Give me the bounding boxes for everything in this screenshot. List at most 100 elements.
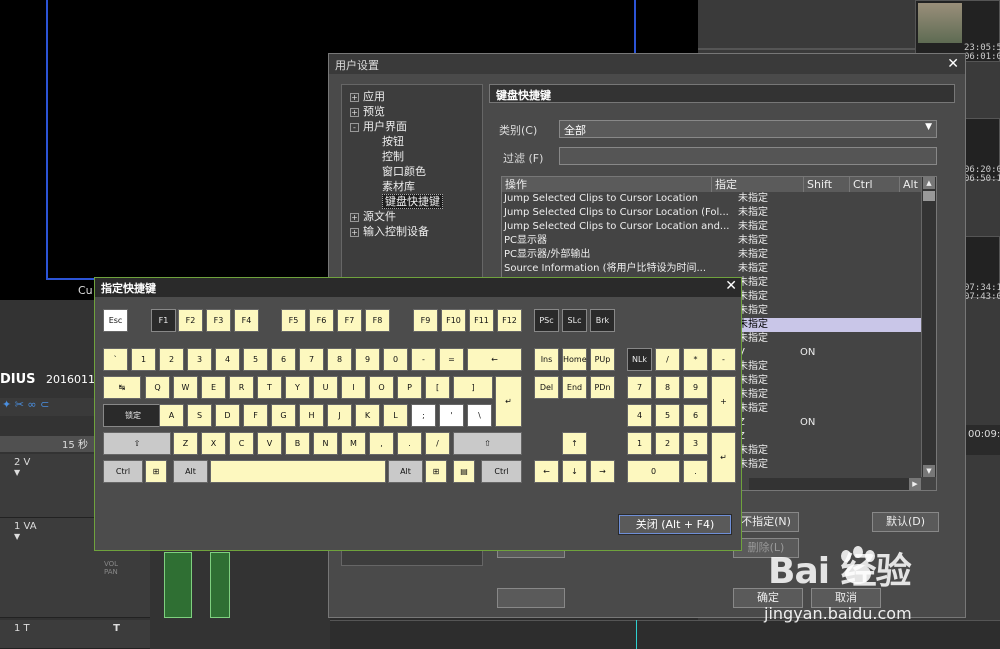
tree-item[interactable]: + 输入控制设备 bbox=[342, 224, 482, 239]
key-kadd[interactable]: + bbox=[711, 376, 736, 427]
key-n5[interactable]: 5 bbox=[243, 348, 268, 371]
tree-item[interactable]: 素材库 bbox=[342, 179, 482, 194]
key-f4[interactable]: F4 bbox=[234, 309, 259, 332]
key-lctrl[interactable]: Ctrl bbox=[103, 460, 143, 483]
key-brk[interactable]: Brk bbox=[590, 309, 615, 332]
key-semicolon[interactable]: ; bbox=[411, 404, 436, 427]
key-r[interactable]: R bbox=[229, 376, 254, 399]
key-y[interactable]: Y bbox=[285, 376, 310, 399]
key-k9[interactable]: 9 bbox=[683, 376, 708, 399]
key-rbracket[interactable]: ] bbox=[453, 376, 493, 399]
key-k[interactable]: K bbox=[355, 404, 380, 427]
key-up[interactable]: ↑ bbox=[562, 432, 587, 455]
key-n6[interactable]: 6 bbox=[271, 348, 296, 371]
key-f9[interactable]: F9 bbox=[413, 309, 438, 332]
key-o[interactable]: O bbox=[369, 376, 394, 399]
key-f11[interactable]: F11 bbox=[469, 309, 494, 332]
key-esc[interactable]: Esc bbox=[103, 309, 128, 332]
column-header[interactable]: Shift bbox=[804, 177, 850, 192]
key-n4[interactable]: 4 bbox=[215, 348, 240, 371]
key-f3[interactable]: F3 bbox=[206, 309, 231, 332]
key-quote[interactable]: ' bbox=[439, 404, 464, 427]
key-period[interactable]: . bbox=[397, 432, 422, 455]
scroll-up-icon[interactable]: ▲ bbox=[923, 177, 935, 189]
table-row[interactable]: PC显示器 未指定 bbox=[502, 234, 936, 248]
expand-icon[interactable]: + bbox=[350, 92, 359, 102]
key-k4[interactable]: 4 bbox=[627, 404, 652, 427]
key-i[interactable]: I bbox=[341, 376, 366, 399]
key-down[interactable]: ↓ bbox=[562, 460, 587, 483]
tree-item[interactable]: 键盘快捷键 bbox=[342, 194, 482, 209]
tree-item[interactable]: 控制 bbox=[342, 149, 482, 164]
tree-item[interactable]: 按钮 bbox=[342, 134, 482, 149]
key-k1[interactable]: 1 bbox=[627, 432, 652, 455]
expand-icon[interactable]: + bbox=[350, 227, 359, 237]
tree-item[interactable]: - 用户界面 bbox=[342, 119, 482, 134]
key-enter[interactable]: ↵ bbox=[495, 376, 522, 427]
timeline-clip[interactable] bbox=[210, 552, 230, 618]
key-psc[interactable]: PSc bbox=[534, 309, 559, 332]
expand-icon[interactable]: + bbox=[350, 107, 359, 117]
key-f7[interactable]: F7 bbox=[337, 309, 362, 332]
key-h[interactable]: H bbox=[299, 404, 324, 427]
key-end[interactable]: End bbox=[562, 376, 587, 399]
filter-input[interactable] bbox=[559, 147, 937, 165]
key-backspace[interactable]: ← bbox=[467, 348, 522, 371]
key-lbracket[interactable]: [ bbox=[425, 376, 450, 399]
key-f10[interactable]: F10 bbox=[441, 309, 466, 332]
column-header[interactable]: Ctrl bbox=[850, 177, 900, 192]
table-hscrollbar[interactable]: ▶ bbox=[749, 478, 921, 490]
key-pdn[interactable]: PDn bbox=[590, 376, 615, 399]
key-kdiv[interactable]: / bbox=[655, 348, 680, 371]
key-n9[interactable]: 9 bbox=[355, 348, 380, 371]
key-z[interactable]: Z bbox=[173, 432, 198, 455]
key-f1[interactable]: F1 bbox=[151, 309, 176, 332]
key-rctrl[interactable]: Ctrl bbox=[481, 460, 522, 483]
close-icon[interactable]: ✕ bbox=[947, 56, 959, 72]
close-button[interactable]: 关闭 (Alt + F4) bbox=[618, 514, 732, 535]
key-n2[interactable]: 2 bbox=[159, 348, 184, 371]
key-n1[interactable]: 1 bbox=[131, 348, 156, 371]
key-rwin[interactable]: ⊞ bbox=[425, 460, 447, 483]
key-f[interactable]: F bbox=[243, 404, 268, 427]
key-minus[interactable]: - bbox=[411, 348, 436, 371]
key-lalt[interactable]: Alt bbox=[173, 460, 208, 483]
category-select[interactable]: 全部 ▼ bbox=[559, 120, 937, 138]
key-rshift[interactable]: ⇧ bbox=[453, 432, 522, 455]
key-caps[interactable]: 锁定 bbox=[103, 404, 163, 427]
column-header[interactable]: 操作 bbox=[502, 177, 712, 192]
table-row[interactable]: Source Information (将用户比特设为时间... 未指定 bbox=[502, 262, 936, 276]
key-f5[interactable]: F5 bbox=[281, 309, 306, 332]
key-slash[interactable]: / bbox=[425, 432, 450, 455]
key-e[interactable]: E bbox=[201, 376, 226, 399]
timeline-clip[interactable] bbox=[164, 552, 192, 618]
key-n[interactable]: N bbox=[313, 432, 338, 455]
unassign-button[interactable]: 不指定(N) bbox=[733, 512, 799, 532]
table-row[interactable]: Jump Selected Clips to Cursor Location (… bbox=[502, 206, 936, 220]
key-l[interactable]: L bbox=[383, 404, 408, 427]
key-tab[interactable]: ↹ bbox=[103, 376, 141, 399]
key-n7[interactable]: 7 bbox=[299, 348, 324, 371]
key-d[interactable]: D bbox=[215, 404, 240, 427]
key-w[interactable]: W bbox=[173, 376, 198, 399]
key-k0[interactable]: 0 bbox=[627, 460, 680, 483]
tree-item[interactable]: + 应用 bbox=[342, 89, 482, 104]
key-kenter[interactable]: ↵ bbox=[711, 432, 736, 483]
table-row[interactable]: PC显示器/外部输出 未指定 bbox=[502, 248, 936, 262]
table-row[interactable]: Jump Selected Clips to Cursor Location a… bbox=[502, 220, 936, 234]
unlabeled-button[interactable] bbox=[497, 588, 565, 608]
collapse-icon[interactable]: - bbox=[350, 122, 359, 132]
key-k8[interactable]: 8 bbox=[655, 376, 680, 399]
tree-item[interactable]: + 源文件 bbox=[342, 209, 482, 224]
scroll-right-icon[interactable]: ▶ bbox=[909, 478, 921, 490]
key-t[interactable]: T bbox=[257, 376, 282, 399]
key-s[interactable]: S bbox=[187, 404, 212, 427]
key-k7[interactable]: 7 bbox=[627, 376, 652, 399]
key-u[interactable]: U bbox=[313, 376, 338, 399]
key-space[interactable] bbox=[210, 460, 386, 483]
key-del[interactable]: Del bbox=[534, 376, 559, 399]
key-backtick[interactable]: ` bbox=[103, 348, 128, 371]
key-j[interactable]: J bbox=[327, 404, 352, 427]
column-header[interactable]: 指定 bbox=[712, 177, 804, 192]
key-f6[interactable]: F6 bbox=[309, 309, 334, 332]
